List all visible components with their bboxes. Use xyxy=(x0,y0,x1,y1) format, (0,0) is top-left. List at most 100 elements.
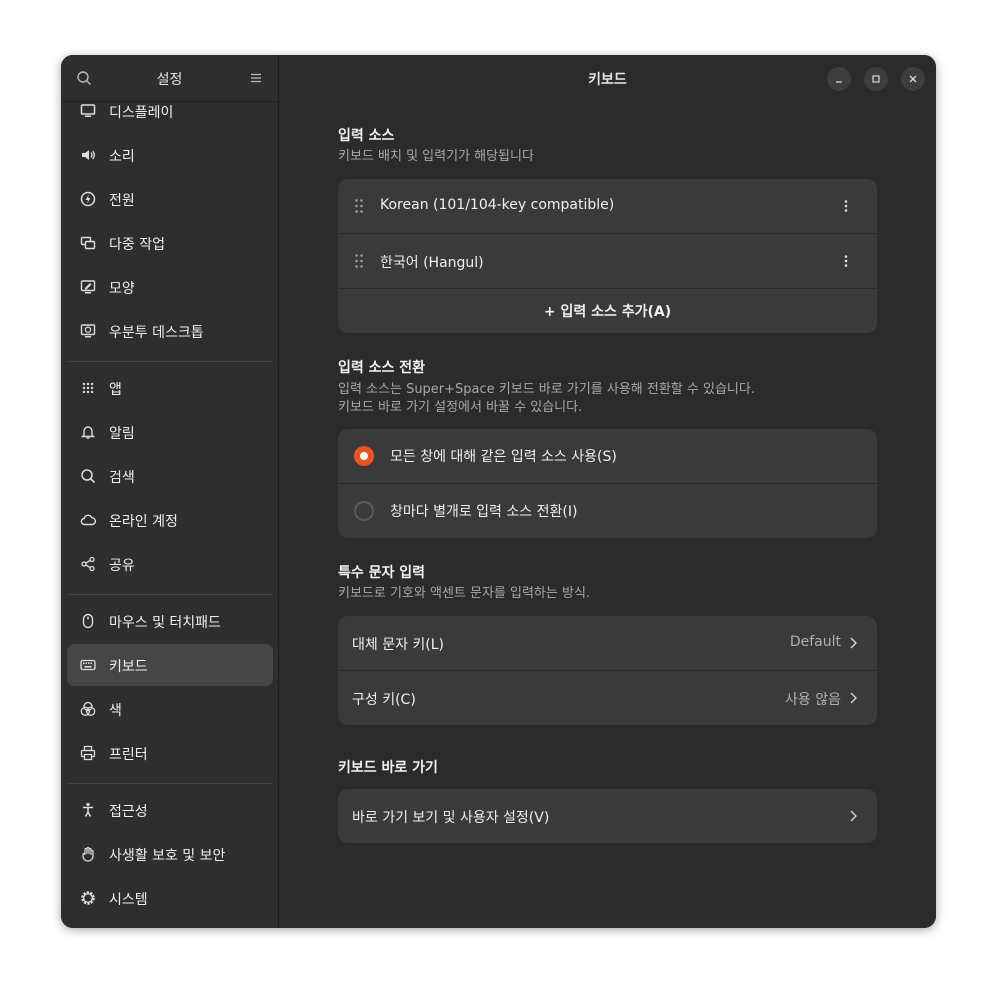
section-subtitle-special-chars: 키보드로 기호와 액센트 문자를 입력하는 방식. xyxy=(338,586,591,601)
add-input-source-label: + 입력 소스 추가(A) xyxy=(543,304,672,320)
speaker-icon xyxy=(82,150,95,160)
input-source-label: 한국어 (Hangul) xyxy=(380,255,484,271)
row-label: 대체 문자 키(L) xyxy=(352,637,445,653)
main-panel: 키보드 입력 소스 키보드 배치 및 입력기가 해당됩니다 Korean (10… xyxy=(279,55,936,928)
settings-window: 디스플레이 소리 전원 다중 작업 모양 우분투 데스크톱 앱 알림 검색 온라… xyxy=(61,55,936,928)
input-source-row[interactable]: 한국어 (Hangul) xyxy=(338,234,877,288)
sidebar-item-label: 사생활 보호 및 보안 xyxy=(109,848,226,864)
sidebar-item-color[interactable]: 색 xyxy=(67,688,273,730)
gear-icon xyxy=(81,891,95,905)
appearance-icon xyxy=(80,280,96,294)
sidebar: 디스플레이 소리 전원 다중 작업 모양 우분투 데스크톱 앱 알림 검색 온라… xyxy=(61,55,279,928)
display-icon xyxy=(80,104,96,117)
source-switching-card: 모든 창에 대해 같은 입력 소스 사용(S) 창마다 별개로 입력 소스 전환… xyxy=(338,429,877,538)
search-icon xyxy=(81,469,96,484)
radio-row-per-window[interactable]: 창마다 별개로 입력 소스 전환(I) xyxy=(338,484,877,538)
sidebar-item-sound[interactable]: 소리 xyxy=(67,134,273,176)
sidebar-item-label: 색 xyxy=(109,703,122,719)
radio-button-selected[interactable] xyxy=(354,446,374,466)
chevron-right-icon xyxy=(850,810,857,822)
sidebar-separator xyxy=(67,361,273,362)
maximize-button[interactable] xyxy=(864,67,888,91)
sidebar-item-label: 알림 xyxy=(109,426,135,442)
multitasking-icon xyxy=(80,236,96,250)
sidebar-item-multitasking[interactable]: 다중 작업 xyxy=(67,222,273,264)
sidebar-item-accessibility[interactable]: 접근성 xyxy=(67,789,273,831)
keyboard-icon xyxy=(80,659,96,671)
hamburger-menu-icon[interactable] xyxy=(248,70,264,86)
section-subtitle-source-switching-1: 입력 소스는 Super+Space 키보드 바로 가기를 사용해 전환할 수 … xyxy=(338,382,755,397)
cloud-icon xyxy=(80,514,96,526)
sidebar-item-label: 디스플레이 xyxy=(109,105,174,121)
view-customize-shortcuts-row[interactable]: 바로 가기 보기 및 사용자 설정(V) xyxy=(338,789,877,843)
sidebar-item-label: 접근성 xyxy=(109,804,148,820)
sidebar-item-keyboard[interactable]: 키보드 xyxy=(67,644,273,686)
row-value: Default xyxy=(789,634,841,650)
share-icon xyxy=(81,556,95,572)
sidebar-item-ubuntu-desktop[interactable]: 우분투 데스크톱 xyxy=(67,310,273,352)
radio-row-same-source[interactable]: 모든 창에 대해 같은 입력 소스 사용(S) xyxy=(338,429,877,483)
compose-key-row[interactable]: 구성 키(C) 사용 않음 xyxy=(338,671,877,725)
sidebar-item-label: 다중 작업 xyxy=(109,237,165,253)
sidebar-item-label: 프린터 xyxy=(109,747,148,763)
sidebar-item-mouse-touchpad[interactable]: 마우스 및 터치패드 xyxy=(67,600,273,642)
minimize-button[interactable] xyxy=(827,67,851,91)
sidebar-item-privacy-security[interactable]: 사생활 보호 및 보안 xyxy=(67,833,273,875)
sidebar-item-label: 시스템 xyxy=(109,892,148,908)
sidebar-item-power[interactable]: 전원 xyxy=(67,178,273,220)
sidebar-item-label: 우분투 데스크톱 xyxy=(109,325,204,341)
sidebar-item-label: 검색 xyxy=(109,470,135,486)
drag-handle-icon[interactable] xyxy=(354,198,364,214)
sidebar-item-printers[interactable]: 프린터 xyxy=(67,732,273,774)
drag-handle-icon[interactable] xyxy=(354,253,364,269)
sidebar-item-label: 키보드 xyxy=(109,659,148,675)
section-subtitle-source-switching-2: 키보드 바로 가기 설정에서 바꿀 수 있습니다. xyxy=(338,400,583,415)
sidebar-item-sharing[interactable]: 공유 xyxy=(67,543,273,585)
section-title-special-chars: 특수 문자 입력 xyxy=(338,565,426,581)
chevron-right-icon xyxy=(850,637,857,649)
section-title-source-switching: 입력 소스 전환 xyxy=(338,360,426,376)
special-chars-card: 대체 문자 키(L) Default 구성 키(C) 사용 않음 xyxy=(338,616,877,725)
radio-button-unselected[interactable] xyxy=(354,501,374,521)
kebab-menu-icon[interactable] xyxy=(840,253,852,269)
apps-grid-icon xyxy=(82,382,94,394)
sidebar-item-label: 마우스 및 터치패드 xyxy=(109,615,221,631)
input-source-row[interactable]: Korean (101/104-key compatible) xyxy=(338,179,877,233)
color-icon xyxy=(80,701,96,716)
sidebar-item-label: 온라인 계정 xyxy=(109,514,178,530)
sidebar-item-online-accounts[interactable]: 온라인 계정 xyxy=(67,499,273,541)
close-icon xyxy=(909,75,917,83)
power-icon xyxy=(80,191,96,207)
section-title-shortcuts: 키보드 바로 가기 xyxy=(338,760,438,776)
sidebar-item-label: 소리 xyxy=(109,149,135,165)
close-button[interactable] xyxy=(901,67,925,91)
alternate-chars-key-row[interactable]: 대체 문자 키(L) Default xyxy=(338,616,877,670)
row-value: 사용 않음 xyxy=(785,692,841,708)
sidebar-header: 설정 xyxy=(61,55,278,102)
section-title-input-sources: 입력 소스 xyxy=(338,128,395,144)
bell-icon xyxy=(80,426,96,439)
sidebar-item-notifications[interactable]: 알림 xyxy=(67,411,273,453)
minimize-icon xyxy=(836,81,842,83)
sidebar-item-label: 앱 xyxy=(109,382,122,398)
row-label: 구성 키(C) xyxy=(352,692,416,708)
sidebar-item-system[interactable]: 시스템 xyxy=(67,877,273,919)
sidebar-separator xyxy=(67,783,273,784)
sidebar-item-appearance[interactable]: 모양 xyxy=(67,266,273,308)
input-source-label: Korean (101/104-key compatible) xyxy=(380,197,615,213)
input-sources-card: Korean (101/104-key compatible) 한국어 (Han… xyxy=(338,179,877,333)
kebab-menu-icon[interactable] xyxy=(840,198,852,214)
sidebar-item-search[interactable]: 검색 xyxy=(67,455,273,497)
row-label: 바로 가기 보기 및 사용자 설정(V) xyxy=(352,810,550,826)
radio-label: 창마다 별개로 입력 소스 전환(I) xyxy=(390,504,578,520)
sidebar-item-label: 모양 xyxy=(109,281,135,297)
ubuntu-desktop-icon xyxy=(80,324,96,338)
mouse-icon xyxy=(82,613,94,629)
shortcuts-card: 바로 가기 보기 및 사용자 설정(V) xyxy=(338,789,877,843)
section-subtitle-input-sources: 키보드 배치 및 입력기가 해당됩니다 xyxy=(338,149,534,164)
add-input-source-button[interactable]: + 입력 소스 추가(A) xyxy=(338,289,877,333)
sidebar-item-apps[interactable]: 앱 xyxy=(67,367,273,409)
sidebar-separator xyxy=(67,594,273,595)
maximize-icon xyxy=(872,75,880,83)
radio-label: 모든 창에 대해 같은 입력 소스 사용(S) xyxy=(390,449,617,465)
